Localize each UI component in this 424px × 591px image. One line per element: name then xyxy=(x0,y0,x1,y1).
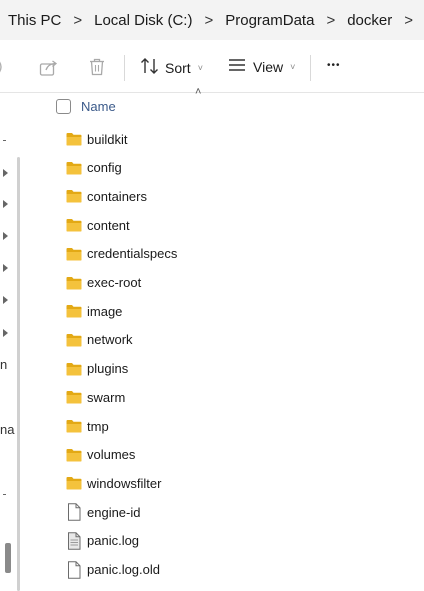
file-name-label: credentialspecs xyxy=(87,246,178,262)
file-name-label: containers xyxy=(87,188,147,204)
folder-row[interactable]: windowsfilter xyxy=(66,472,406,494)
folder-row[interactable]: config xyxy=(66,157,406,179)
breadcrumb-separator-icon[interactable]: > xyxy=(196,12,221,29)
command-bar: Sort ˅ View ˅ ••• xyxy=(0,40,424,93)
expand-arrow-icon[interactable] xyxy=(3,264,8,272)
folder-row[interactable]: buildkit xyxy=(66,128,406,150)
file-name-label: panic.log xyxy=(87,533,140,549)
folder-icon xyxy=(66,189,82,203)
file-name-label: buildkit xyxy=(87,131,128,147)
file-name-label: exec-root xyxy=(87,275,142,290)
folder-icon xyxy=(66,161,82,175)
nav-tick xyxy=(3,140,6,141)
folder-icon xyxy=(66,276,82,290)
delete-icon[interactable] xyxy=(89,58,105,76)
folder-row[interactable]: credentialspecs xyxy=(66,243,406,265)
folder-icon xyxy=(66,218,82,232)
file-icon xyxy=(66,503,82,521)
chevron-down-icon: ˅ xyxy=(197,62,203,73)
folder-icon xyxy=(66,333,82,347)
folder-row[interactable]: tmp xyxy=(66,415,406,437)
file-name-label: image xyxy=(87,303,123,319)
breadcrumb-separator-icon[interactable]: > xyxy=(318,12,343,29)
breadcrumb-separator-icon[interactable]: > xyxy=(65,12,90,29)
share-icon[interactable] xyxy=(39,59,59,77)
expand-arrow-icon[interactable] xyxy=(3,232,8,240)
column-name-header[interactable]: Name xyxy=(81,99,116,114)
file-name-label: panic.log.old xyxy=(87,562,160,577)
folder-row[interactable]: swarm xyxy=(66,386,406,408)
view-icon xyxy=(228,57,246,76)
file-row[interactable]: panic.log xyxy=(66,530,406,552)
nav-item-fragment[interactable]: na xyxy=(0,422,14,437)
breadcrumb-docker[interactable]: docker xyxy=(343,12,396,29)
folder-icon xyxy=(66,390,82,404)
more-icon: ••• xyxy=(327,60,341,71)
file-name-label: swarm xyxy=(87,389,126,405)
column-header: Name xyxy=(56,96,116,116)
file-row[interactable]: panic.log.old xyxy=(66,559,406,581)
expand-arrow-icon[interactable] xyxy=(3,296,8,304)
view-button[interactable]: View ˅ xyxy=(228,57,295,76)
file-row[interactable]: engine-id xyxy=(66,501,406,523)
file-name-label: volumes xyxy=(87,447,136,463)
navigation-pane: n na xyxy=(0,93,20,591)
view-label: View xyxy=(253,58,284,75)
address-breadcrumb[interactable]: This PC > Local Disk (C:) > ProgramData … xyxy=(0,0,424,40)
more-options-button[interactable]: ••• xyxy=(327,60,341,71)
nav-scrollbar-thumb[interactable] xyxy=(5,543,11,573)
folder-row[interactable]: content xyxy=(66,214,406,236)
file-name-label: config xyxy=(87,160,122,176)
folder-icon xyxy=(66,419,82,433)
breadcrumb-separator-icon[interactable]: > xyxy=(396,12,421,29)
breadcrumb-programdata[interactable]: ProgramData xyxy=(221,12,318,29)
folder-icon xyxy=(66,362,82,376)
file-name-label: network xyxy=(87,332,133,348)
nav-item-fragment[interactable]: n xyxy=(0,357,7,372)
nav-tick xyxy=(3,494,6,495)
chevron-down-icon: ˅ xyxy=(290,61,296,72)
folder-row[interactable]: network xyxy=(66,329,406,351)
folder-row[interactable]: volumes xyxy=(66,444,406,466)
sort-button[interactable]: Sort ˅ xyxy=(140,57,203,78)
sort-ascending-icon: ˄ xyxy=(195,86,202,98)
expand-arrow-icon[interactable] xyxy=(3,200,8,208)
folder-icon xyxy=(66,132,82,146)
text-file-icon xyxy=(66,532,82,550)
toolbar-divider xyxy=(124,55,125,81)
file-name-label: windowsfilter xyxy=(87,475,162,491)
cut-icon[interactable] xyxy=(0,59,6,75)
toolbar-divider xyxy=(310,55,311,81)
expand-arrow-icon[interactable] xyxy=(3,329,8,337)
file-icon xyxy=(66,560,82,579)
sort-label: Sort xyxy=(165,59,191,76)
folder-icon xyxy=(66,448,82,462)
folder-row[interactable]: image xyxy=(66,300,406,322)
folder-icon xyxy=(66,476,82,490)
sort-icon xyxy=(140,57,160,78)
select-all-checkbox[interactable] xyxy=(56,98,71,114)
nav-scrollbar[interactable] xyxy=(17,157,20,591)
file-name-label: tmp xyxy=(87,418,109,434)
breadcrumb-this-pc[interactable]: This PC xyxy=(0,12,65,29)
file-name-label: content xyxy=(87,217,130,233)
breadcrumb-local-disk[interactable]: Local Disk (C:) xyxy=(90,12,196,29)
file-name-label: plugins xyxy=(87,361,129,377)
folder-row[interactable]: plugins xyxy=(66,358,406,380)
folder-icon xyxy=(66,304,82,318)
expand-arrow-icon[interactable] xyxy=(3,169,8,177)
folder-row[interactable]: containers xyxy=(66,185,406,207)
folder-row[interactable]: exec-root xyxy=(66,272,406,294)
folder-icon xyxy=(66,247,82,261)
file-name-label: engine-id xyxy=(87,504,141,520)
